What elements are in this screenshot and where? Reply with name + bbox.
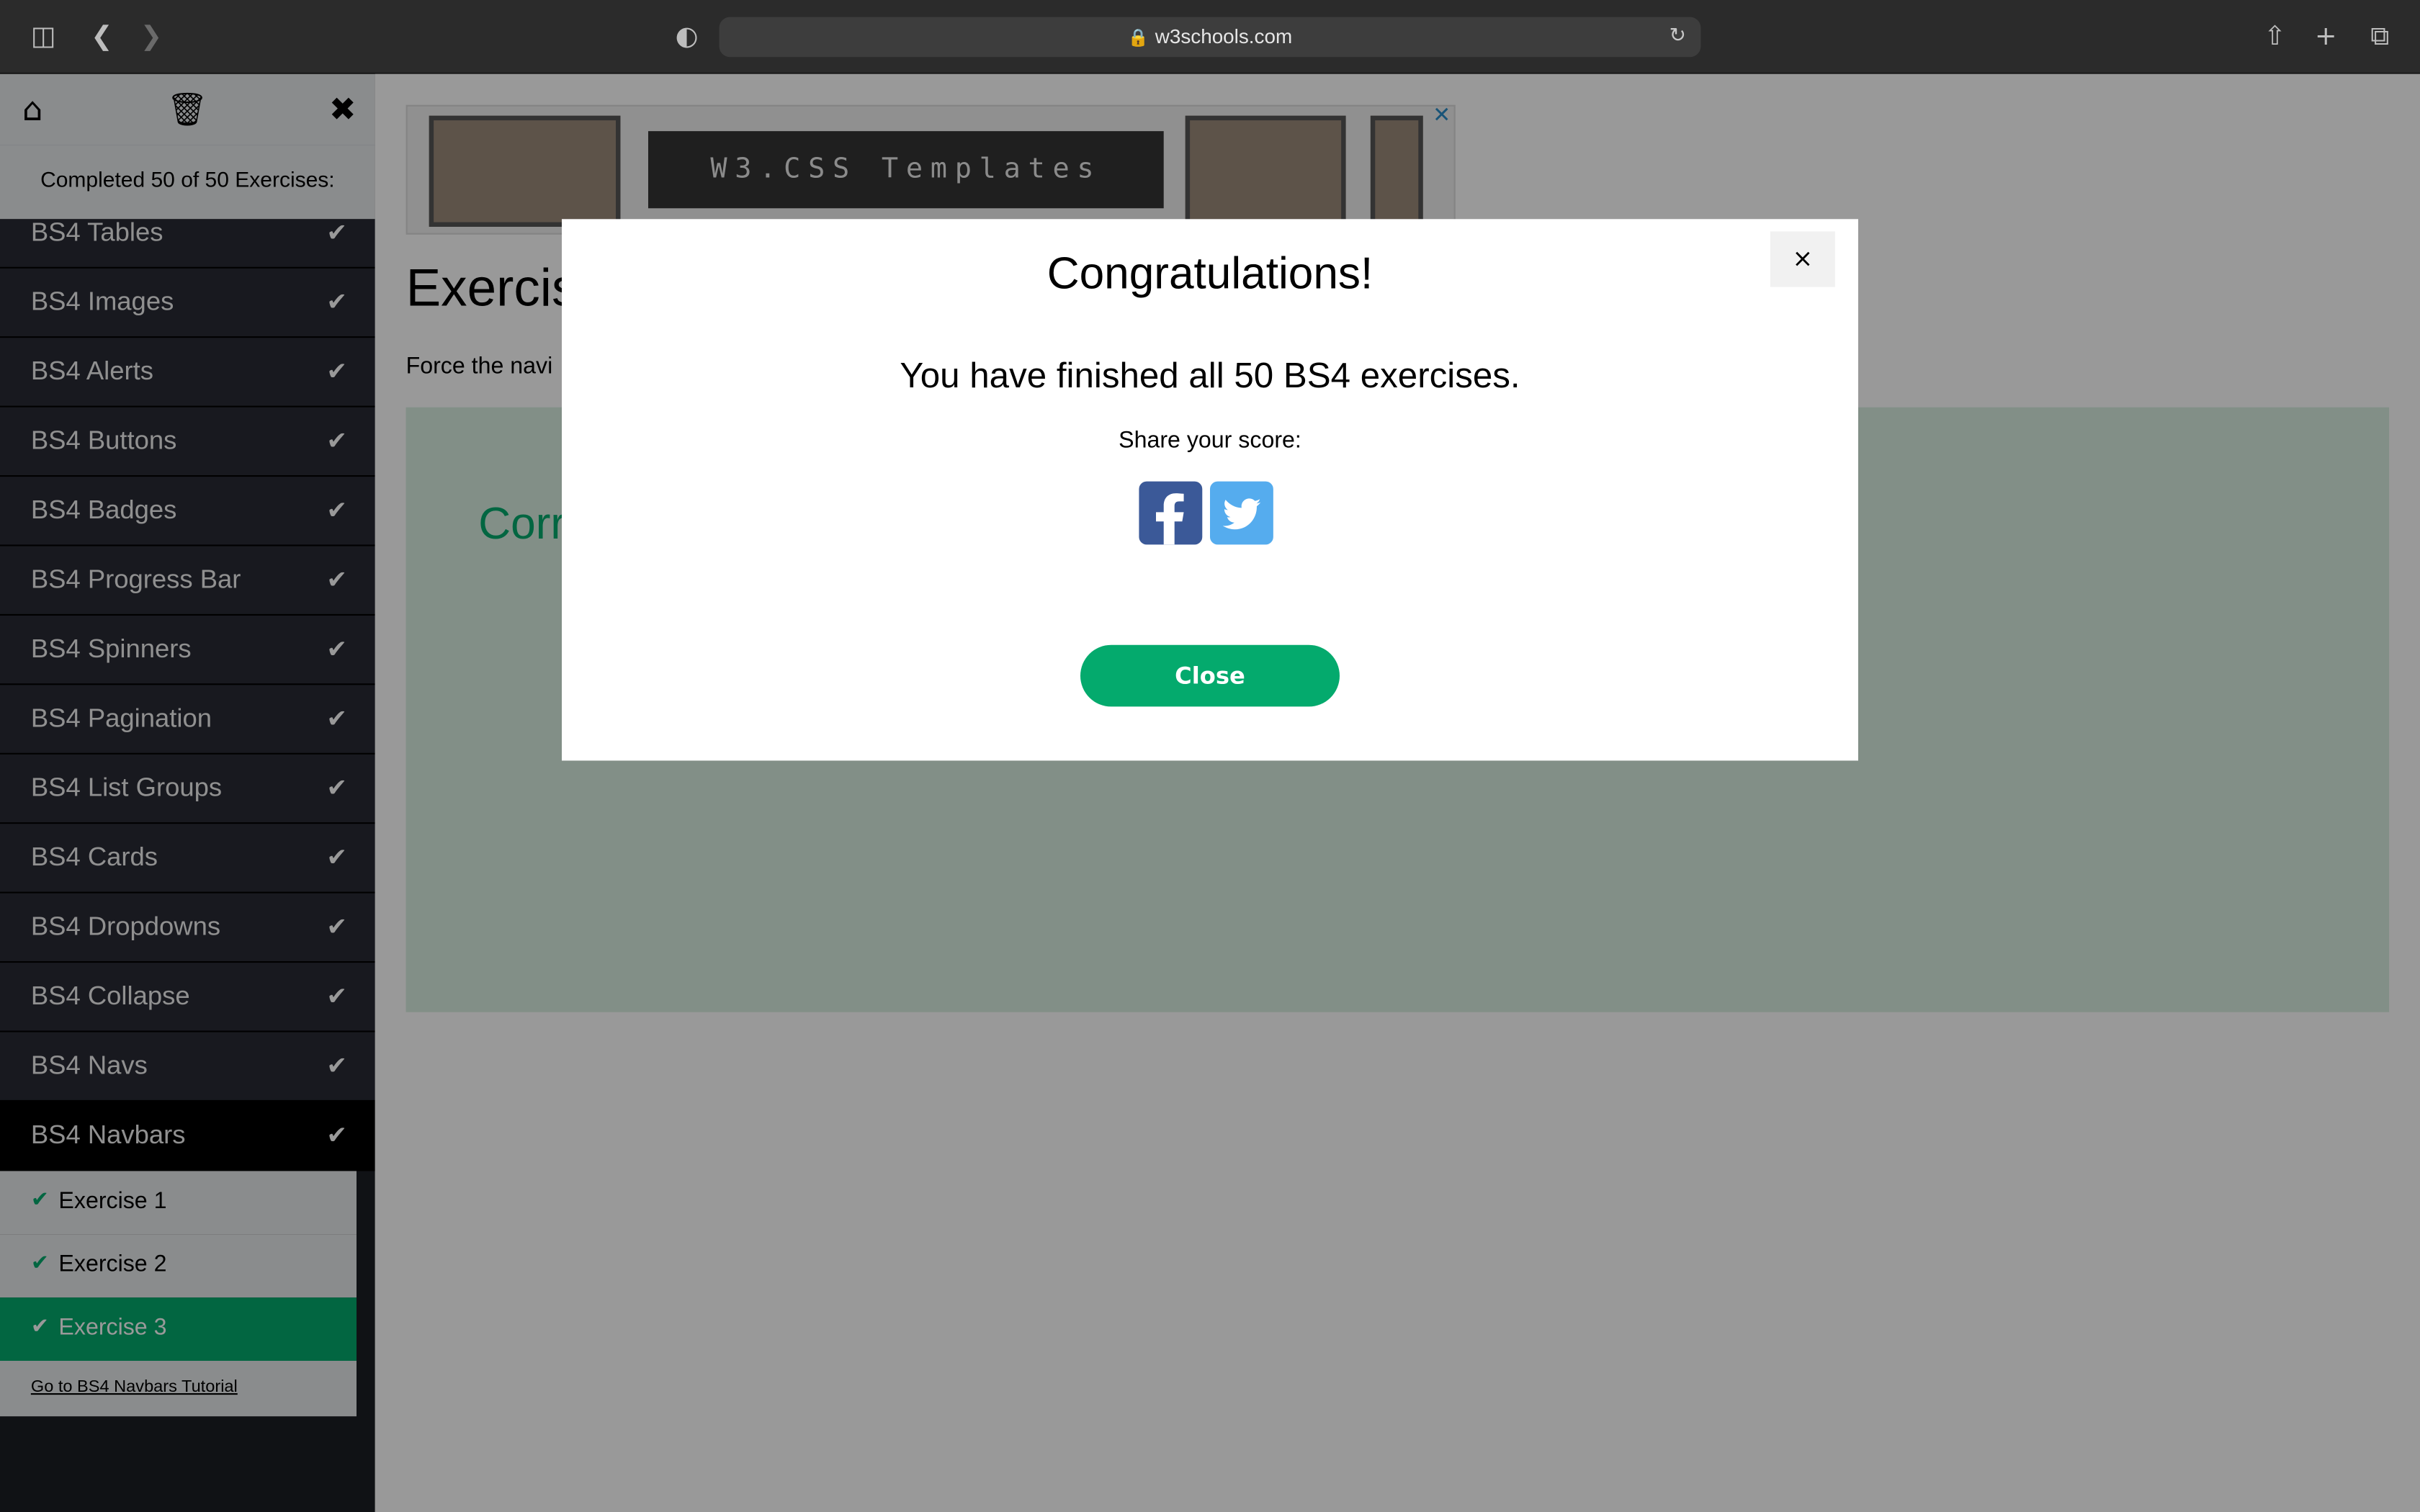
back-icon[interactable]: ❮ (84, 19, 120, 55)
modal-title: Congratulations! (1047, 250, 1373, 300)
facebook-icon (1156, 493, 1184, 545)
lock-icon: 🔒 (1127, 29, 1150, 48)
share-label: Share your score: (1119, 427, 1301, 454)
share-icon[interactable]: ⇧ (2257, 19, 2293, 55)
tab-overview-icon[interactable]: ⧉ (2362, 19, 2398, 55)
forward-icon[interactable]: ❯ (133, 19, 169, 55)
share-buttons (1139, 481, 1275, 546)
address-bar[interactable]: 🔒 w3schools.com ↻ (719, 17, 1701, 58)
browser-toolbar: ◫ ❮ ❯ ◐ 🔒 w3schools.com ↻ ⇧ + ⧉ (0, 0, 2420, 74)
facebook-share-button[interactable] (1139, 481, 1203, 545)
sidebar-toggle-icon[interactable]: ◫ (24, 19, 61, 55)
privacy-shield-icon[interactable]: ◐ (668, 19, 705, 55)
close-button[interactable]: Close (1080, 644, 1340, 707)
twitter-share-button[interactable] (1210, 481, 1273, 545)
congratulations-modal: × Congratulations! You have finished all… (562, 219, 1858, 761)
url-text: w3schools.com (1155, 24, 1293, 48)
reload-icon[interactable]: ↻ (1664, 23, 1692, 51)
twitter-icon (1222, 498, 1261, 530)
modal-message: You have finished all 50 BS4 exercises. (900, 354, 1520, 395)
new-tab-icon[interactable]: + (2308, 19, 2344, 55)
